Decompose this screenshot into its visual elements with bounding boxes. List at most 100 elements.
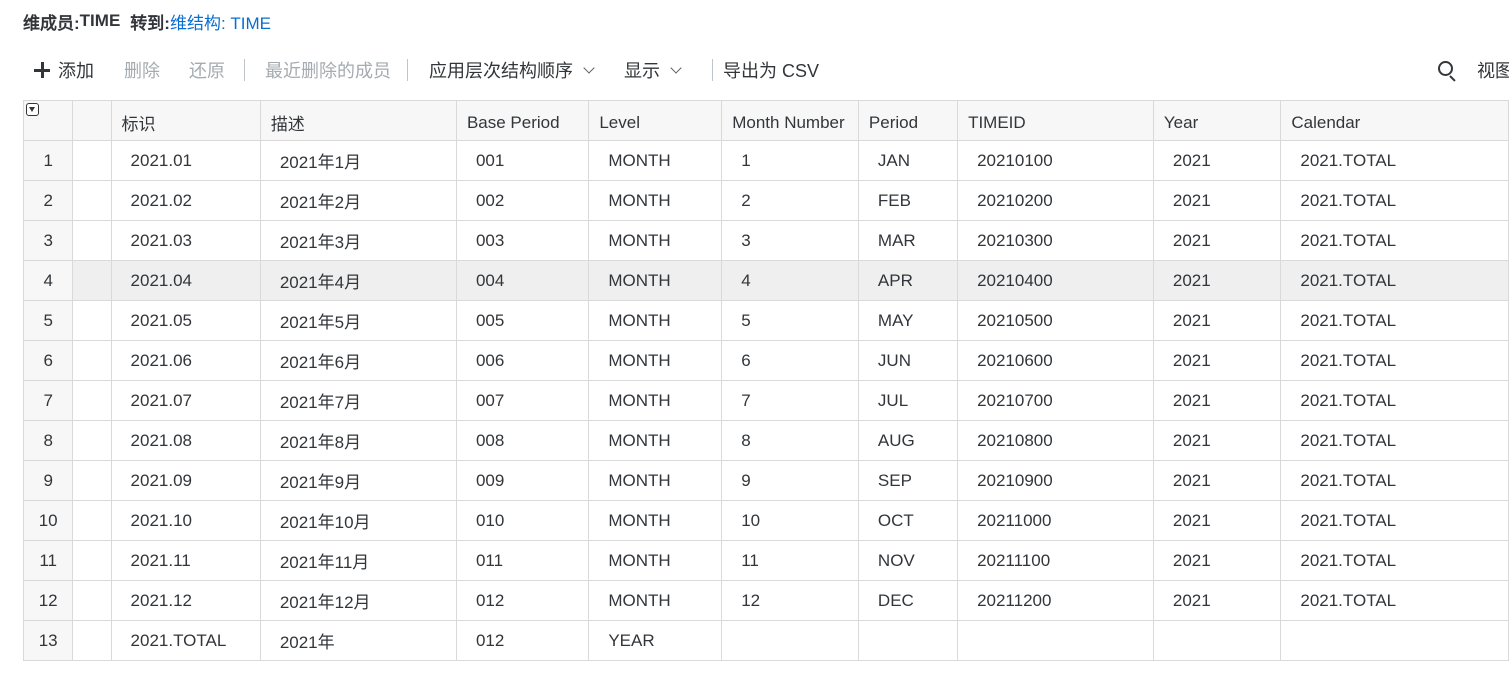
row-number[interactable]: 5 — [22, 300, 74, 341]
cell-level[interactable]: MONTH — [588, 140, 723, 181]
cell-base-period[interactable]: 012 — [455, 580, 590, 621]
cell-base-period[interactable]: 002 — [455, 180, 590, 221]
cell-month-number[interactable]: 7 — [721, 380, 859, 421]
table-row[interactable]: 6 2021.06 2021年6月 006 MONTH 6 JUN 20210600 2021 2… — [22, 340, 1509, 381]
cell-base-period[interactable]: 009 — [455, 460, 590, 501]
cell-calendar[interactable]: 2021.TOTAL — [1280, 460, 1509, 501]
cell-id[interactable]: 2021.03 — [110, 220, 261, 261]
cell-description[interactable]: 2021年5月 — [259, 300, 457, 341]
cell-period[interactable]: DEC — [857, 580, 959, 621]
table-row[interactable]: 5 2021.05 2021年5月 005 MONTH 5 MAY 20210500 2021 2… — [22, 300, 1509, 341]
cell-month-number[interactable]: 3 — [721, 220, 859, 261]
cell-year[interactable]: 2021 — [1152, 300, 1282, 341]
search-icon[interactable] — [1438, 61, 1458, 81]
row-number[interactable]: 9 — [22, 460, 74, 501]
cell-month-number[interactable]: 4 — [721, 260, 859, 301]
table-row[interactable]: 8 2021.08 2021年8月 008 MONTH 8 AUG 20210800 2021 2… — [22, 420, 1509, 461]
cell-timeid[interactable]: 20211200 — [957, 580, 1154, 621]
cell-id[interactable]: 2021.05 — [110, 300, 261, 341]
cell-month-number[interactable]: 2 — [721, 180, 859, 221]
cell-description[interactable]: 2021年 — [259, 620, 457, 661]
delete-button[interactable]: 删除 — [124, 56, 160, 84]
table-row[interactable]: 2 2021.02 2021年2月 002 MONTH 2 FEB 20210200 2021 2… — [22, 180, 1509, 221]
apply-hierarchy-order-dropdown[interactable]: 应用层次结构顺序 — [429, 56, 595, 84]
row-blank-cell[interactable] — [72, 340, 112, 381]
cell-year[interactable]: 2021 — [1152, 140, 1282, 181]
cell-description[interactable]: 2021年6月 — [259, 340, 457, 381]
cell-timeid[interactable]: 20210800 — [957, 420, 1154, 461]
cell-timeid[interactable]: 20210300 — [957, 220, 1154, 261]
row-blank-cell[interactable] — [72, 140, 112, 181]
export-csv-button[interactable]: 导出为 CSV — [723, 56, 819, 84]
cell-id[interactable]: 2021.07 — [110, 380, 261, 421]
cell-base-period[interactable]: 007 — [455, 380, 590, 421]
cell-period[interactable]: JUN — [857, 340, 959, 381]
cell-period[interactable]: JUL — [857, 380, 959, 421]
column-header-timeid[interactable]: TIMEID — [957, 100, 1154, 141]
cell-calendar[interactable]: 2021.TOTAL — [1280, 340, 1509, 381]
column-header-calendar[interactable]: Calendar — [1280, 100, 1509, 141]
cell-year[interactable]: 2021 — [1152, 380, 1282, 421]
column-header-month-number[interactable]: Month Number — [721, 100, 859, 141]
cell-base-period[interactable]: 012 — [455, 620, 590, 661]
cell-level[interactable]: MONTH — [588, 300, 723, 341]
cell-base-period[interactable]: 003 — [455, 220, 590, 261]
cell-year[interactable]: 2021 — [1152, 260, 1282, 301]
row-blank-cell[interactable] — [72, 580, 112, 621]
cell-timeid[interactable]: 20210500 — [957, 300, 1154, 341]
cell-calendar[interactable]: 2021.TOTAL — [1280, 500, 1509, 541]
cell-id[interactable]: 2021.11 — [110, 540, 261, 581]
row-blank-cell[interactable] — [72, 540, 112, 581]
row-number[interactable]: 1 — [22, 140, 74, 181]
column-header-period[interactable]: Period — [857, 100, 959, 141]
cell-base-period[interactable]: 004 — [455, 260, 590, 301]
cell-description[interactable]: 2021年1月 — [259, 140, 457, 181]
row-blank-cell[interactable] — [72, 420, 112, 461]
table-row[interactable]: 11 2021.11 2021年11月 011 MONTH 11 NOV 20211100 20… — [22, 540, 1509, 581]
column-header-level[interactable]: Level — [588, 100, 723, 141]
cell-month-number[interactable]: 10 — [721, 500, 859, 541]
cell-description[interactable]: 2021年9月 — [259, 460, 457, 501]
row-blank-cell[interactable] — [72, 300, 112, 341]
table-row[interactable]: 1 2021.01 2021年1月 001 MONTH 1 JAN 20210100 2021 2… — [22, 140, 1509, 181]
restore-button[interactable]: 还原 — [189, 56, 225, 84]
cell-level[interactable]: MONTH — [588, 420, 723, 461]
table-row[interactable]: 12 2021.12 2021年12月 012 MONTH 12 DEC 20211200 20… — [22, 580, 1509, 621]
cell-description[interactable]: 2021年7月 — [259, 380, 457, 421]
cell-level[interactable]: YEAR — [588, 620, 723, 661]
row-number[interactable]: 6 — [22, 340, 74, 381]
cell-description[interactable]: 2021年2月 — [259, 180, 457, 221]
cell-timeid[interactable]: 20210200 — [957, 180, 1154, 221]
column-header-year[interactable]: Year — [1152, 100, 1282, 141]
cell-month-number[interactable] — [721, 620, 859, 661]
cell-description[interactable]: 2021年12月 — [259, 580, 457, 621]
cell-level[interactable]: MONTH — [588, 540, 723, 581]
cell-base-period[interactable]: 010 — [455, 500, 590, 541]
cell-id[interactable]: 2021.01 — [110, 140, 261, 181]
cell-period[interactable]: OCT — [857, 500, 959, 541]
cell-id[interactable]: 2021.06 — [110, 340, 261, 381]
cell-id[interactable]: 2021.09 — [110, 460, 261, 501]
cell-level[interactable]: MONTH — [588, 380, 723, 421]
row-number[interactable]: 7 — [22, 380, 74, 421]
cell-level[interactable]: MONTH — [588, 460, 723, 501]
cell-description[interactable]: 2021年4月 — [259, 260, 457, 301]
cell-calendar[interactable] — [1280, 620, 1509, 661]
row-blank-cell[interactable] — [72, 260, 112, 301]
cell-calendar[interactable]: 2021.TOTAL — [1280, 420, 1509, 461]
cell-year[interactable] — [1152, 620, 1282, 661]
cell-year[interactable]: 2021 — [1152, 340, 1282, 381]
cell-level[interactable]: MONTH — [588, 180, 723, 221]
cell-id[interactable]: 2021.10 — [110, 500, 261, 541]
cell-month-number[interactable]: 6 — [721, 340, 859, 381]
cell-base-period[interactable]: 006 — [455, 340, 590, 381]
cell-level[interactable]: MONTH — [588, 220, 723, 261]
row-blank-cell[interactable] — [72, 620, 112, 661]
cell-calendar[interactable]: 2021.TOTAL — [1280, 380, 1509, 421]
row-number[interactable]: 2 — [22, 180, 74, 221]
cell-month-number[interactable]: 1 — [721, 140, 859, 181]
cell-period[interactable]: AUG — [857, 420, 959, 461]
cell-calendar[interactable]: 2021.TOTAL — [1280, 260, 1509, 301]
column-header-id[interactable]: 标识 — [110, 100, 261, 141]
cell-month-number[interactable]: 5 — [721, 300, 859, 341]
